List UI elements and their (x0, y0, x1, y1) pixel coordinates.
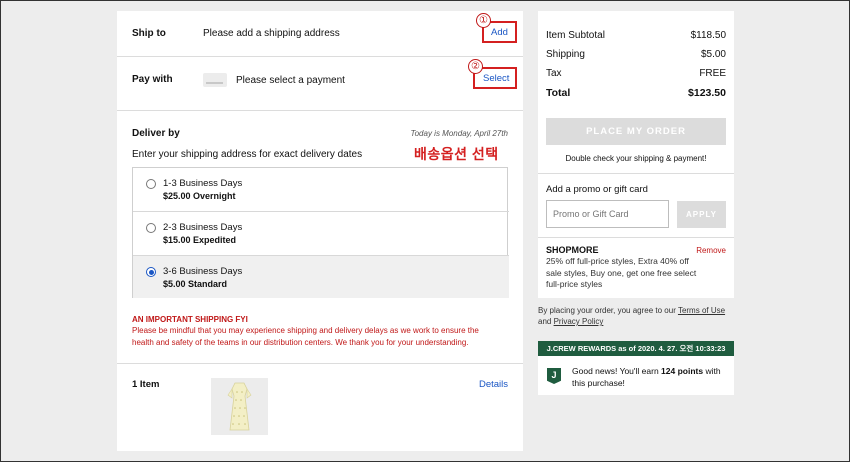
terms-prefix: By placing your order, you agree to our (538, 306, 678, 315)
tax-label: Tax (546, 68, 562, 79)
today-date: Today is Monday, April 27th (410, 129, 508, 138)
promo-code-applied: SHOPMORE (546, 245, 599, 255)
divider (538, 173, 734, 174)
shipping-value: $5.00 (700, 49, 726, 60)
order-hint: Double check your shipping & payment! (565, 154, 707, 163)
pay-with-label: Pay with (132, 74, 173, 85)
step-marker-2: ② (468, 59, 483, 74)
item-details-link[interactable]: Details (479, 379, 508, 390)
delivery-option-name: 2-3 Business Days (163, 222, 243, 233)
payment-placeholder: Please select a payment (236, 75, 345, 86)
step-marker-1: ① (476, 13, 491, 28)
pay-with-row: Pay with Please select a payment Select … (117, 57, 523, 111)
apply-promo-button[interactable]: APPLY (677, 201, 726, 228)
place-order-button[interactable]: PLACE MY ORDER (546, 118, 726, 145)
add-address-button[interactable]: Add (491, 27, 508, 38)
delivery-option-price: $5.00 Standard (163, 279, 228, 289)
terms-of-use-link[interactable]: Terms of Use (678, 306, 725, 315)
deliver-by-label: Deliver by (132, 128, 180, 139)
delivery-option-price: $25.00 Overnight (163, 191, 236, 201)
privacy-policy-link[interactable]: Privacy Policy (554, 317, 604, 326)
promo-code-input[interactable] (546, 200, 669, 228)
tax-value: FREE (699, 68, 726, 79)
radio-button-selected[interactable] (146, 267, 156, 277)
rewards-points: 124 points (661, 366, 704, 376)
total-value: $123.50 (688, 87, 726, 99)
shipping-label: Shipping (546, 49, 585, 60)
ship-to-label: Ship to (132, 28, 166, 39)
shipping-address-placeholder: Please add a shipping address (203, 28, 340, 39)
select-payment-button[interactable]: Select (483, 73, 509, 84)
divider (117, 363, 523, 364)
delivery-option-expedited[interactable]: 2-3 Business Days $15.00 Expedited (133, 212, 509, 256)
divider (538, 237, 734, 238)
terms-and: and (538, 317, 554, 326)
promo-description: 25% off full-price styles, Extra 40% off… (546, 256, 697, 289)
shipping-row: Shipping $5.00 (546, 49, 726, 60)
remove-promo-link[interactable]: Remove (696, 246, 726, 255)
radio-button[interactable] (146, 179, 156, 189)
rewards-panel: J.CREW REWARDS as of 2020. 4. 27. 오전 10:… (538, 341, 734, 395)
delivery-instructions: Enter your shipping address for exact de… (132, 149, 363, 160)
rewards-message: Good news! You'll earn 124 points with t… (572, 365, 728, 389)
shipping-notice-body: Please be mindful that you may experienc… (132, 326, 479, 347)
subtotal-value: $118.50 (690, 30, 726, 41)
radio-button[interactable] (146, 223, 156, 233)
credit-card-icon (203, 73, 227, 87)
shipping-notice-title: AN IMPORTANT SHIPPING FYI (132, 315, 248, 324)
subtotal-row: Item Subtotal $118.50 (546, 30, 726, 41)
delivery-option-name: 1-3 Business Days (163, 178, 243, 189)
delivery-option-standard[interactable]: 3-6 Business Days $5.00 Standard (133, 256, 509, 298)
delivery-option-annotation: 배송옵션 선택 (414, 146, 499, 162)
delivery-options-list: 1-3 Business Days $25.00 Overnight 2-3 B… (132, 167, 509, 298)
total-label: Total (546, 87, 571, 99)
ship-to-row: Ship to Please add a shipping address Ad… (117, 11, 523, 57)
rewards-logo-icon: J (547, 368, 561, 384)
checkout-main-panel: Ship to Please add a shipping address Ad… (117, 11, 523, 451)
subtotal-label: Item Subtotal (546, 30, 605, 41)
rewards-message-prefix: Good news! You'll earn (572, 366, 662, 376)
delivery-option-name: 3-6 Business Days (163, 266, 243, 277)
delivery-option-overnight[interactable]: 1-3 Business Days $25.00 Overnight (133, 168, 509, 212)
order-summary-panel: Item Subtotal $118.50 Shipping $5.00 Tax FR… (538, 11, 734, 298)
promo-title: Add a promo or gift card (546, 184, 648, 195)
total-row: Total $123.50 (546, 87, 726, 99)
delivery-option-price: $15.00 Expedited (163, 235, 237, 245)
terms-text: By placing your order, you agree to our … (538, 305, 738, 327)
item-count: 1 Item (132, 379, 160, 390)
tax-row: Tax FREE (546, 68, 726, 79)
product-thumbnail[interactable] (211, 378, 268, 435)
rewards-banner: J.CREW REWARDS as of 2020. 4. 27. 오전 10:… (538, 341, 734, 356)
